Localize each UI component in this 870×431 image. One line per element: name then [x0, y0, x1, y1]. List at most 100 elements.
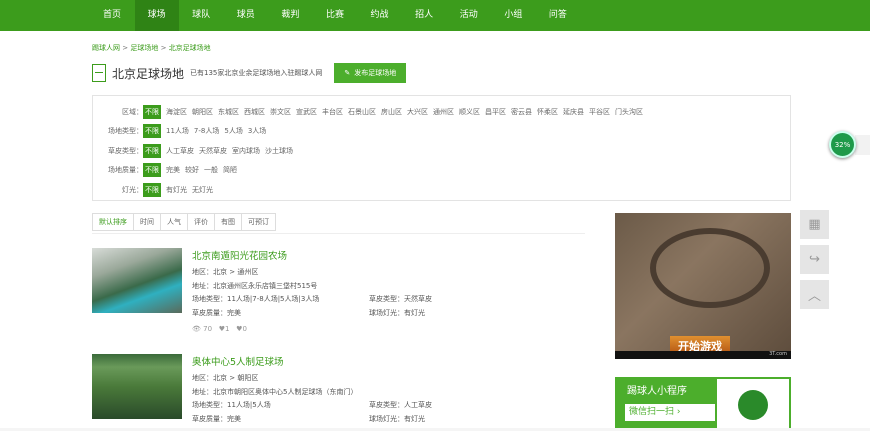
nav-item[interactable]: 约战 [358, 0, 402, 31]
filter-option[interactable]: 完美 [166, 165, 180, 175]
view-count: 70 [203, 325, 213, 333]
filter-option[interactable]: 不限 [143, 163, 161, 178]
filter-option[interactable]: 天然草皮 [199, 146, 227, 156]
filter-option[interactable]: 人工草皮 [166, 146, 194, 156]
nav-item[interactable]: 球员 [224, 0, 268, 31]
nav-item[interactable]: 问答 [536, 0, 580, 31]
filter-option[interactable]: 平谷区 [589, 107, 610, 117]
venue-thumbnail[interactable] [92, 354, 182, 419]
nav-item[interactable]: 裁判 [268, 0, 312, 31]
venue-thumbnail[interactable] [92, 248, 182, 313]
venue-turf: 草皮类型：天然草皮 [369, 295, 432, 303]
edit-icon: ✎ [344, 69, 351, 77]
sort-tab[interactable]: 时间 [134, 214, 161, 230]
filter-option[interactable]: 5人场 [224, 126, 242, 136]
filter-option[interactable]: 简陋 [223, 165, 237, 175]
filter-option[interactable]: 密云县 [511, 107, 532, 117]
venue-region: 地区：北京 > 通州区 [192, 268, 259, 276]
filter-option[interactable]: 延庆县 [563, 107, 584, 117]
filter-option[interactable]: 不限 [143, 124, 161, 139]
filter-option[interactable]: 3人场 [248, 126, 266, 136]
sort-tab[interactable]: 可预订 [242, 214, 275, 230]
breadcrumb-current[interactable]: 北京足球场地 [169, 44, 211, 52]
filter-option[interactable]: 11人场 [166, 126, 189, 136]
filter-option[interactable]: 室内球场 [232, 146, 260, 156]
filter-option[interactable]: 较好 [185, 165, 199, 175]
share-icon: ↪ [809, 252, 820, 267]
venue-region: 地区：北京 > 朝阳区 [192, 374, 259, 382]
filter-option[interactable]: 怀柔区 [537, 107, 558, 117]
filter-label: 场地类型： [108, 127, 143, 136]
filter-row: 草皮类型： 不限 人工草皮 天然草皮 室内球场 沙土球场 [93, 141, 790, 161]
ad-domain: 3T.com [615, 351, 791, 359]
comment-count: 0 [242, 325, 247, 333]
ad-graphic [650, 228, 770, 308]
filter-option[interactable]: 一般 [204, 165, 218, 175]
breadcrumb-home[interactable]: 踢球人网 [92, 44, 120, 52]
nav-item[interactable]: 球场 [134, 0, 179, 31]
sort-tabs: 默认排序 时间 人气 评价 有图 可预订 [92, 213, 276, 231]
venue-address: 地址：北京市朝阳区奥体中心5人制足球场（东南门） [192, 387, 358, 396]
filter-option[interactable]: 通州区 [433, 107, 454, 117]
filter-label: 场地质量： [108, 166, 143, 175]
chevron-up-icon: ︿ [807, 289, 821, 304]
scan-label: 微信扫一扫 [629, 407, 675, 417]
filter-option[interactable]: 沙土球场 [265, 146, 293, 156]
miniprogram-title: 踢球人小程序 [627, 386, 687, 397]
sort-tab[interactable]: 人气 [161, 214, 188, 230]
filter-row: 灯光： 不限 有灯光 无灯光 [93, 180, 790, 200]
progress-badge[interactable]: 32% [829, 131, 856, 158]
nav-item[interactable]: 首页 [90, 0, 134, 31]
back-to-top-button[interactable]: ︿ [800, 280, 829, 309]
nav-item[interactable]: 球队 [179, 0, 223, 31]
filter-option[interactable]: 不限 [143, 104, 161, 119]
sort-tab[interactable]: 评价 [188, 214, 215, 230]
breadcrumb-sep: > [160, 44, 167, 52]
sort-tab[interactable]: 默认排序 [93, 214, 134, 230]
share-button[interactable]: ↪ [800, 245, 829, 274]
filter-option[interactable]: 海淀区 [166, 107, 187, 117]
filter-option[interactable]: 大兴区 [407, 107, 428, 117]
sort-tab[interactable]: 有图 [215, 214, 242, 230]
page-subtitle: 已有135家北京业余足球场地入驻踢球人网 [190, 69, 323, 77]
filter-option[interactable]: 门头沟区 [615, 107, 643, 117]
filter-option[interactable]: 昌平区 [485, 107, 506, 117]
scan-button[interactable]: 微信扫一扫 › [625, 404, 715, 421]
filter-option[interactable]: 无灯光 [192, 185, 213, 195]
filter-option[interactable]: 顺义区 [459, 107, 480, 117]
filter-option[interactable]: 宣武区 [296, 107, 317, 117]
filter-option[interactable]: 房山区 [381, 107, 402, 117]
nav-item[interactable]: 比赛 [313, 0, 357, 31]
publish-venue-button[interactable]: ✎ 发布足球场地 [334, 63, 407, 83]
breadcrumb-level2[interactable]: 足球场地 [130, 44, 158, 52]
venue-name[interactable]: 奥体中心5人制足球场 [192, 354, 582, 368]
filter-label: 灯光： [122, 185, 143, 194]
page-title: 北京足球场地 [112, 66, 185, 81]
venue-quality: 草皮质量：完美 [192, 308, 241, 317]
like-count: 1 [225, 325, 230, 333]
venue-type: 场地类型：11人场|7-8人场|5人场|3人场 [192, 295, 320, 303]
filter-option[interactable]: 不限 [143, 182, 161, 197]
filter-label: 区域： [122, 107, 143, 116]
nav-item[interactable]: 招人 [402, 0, 446, 31]
qr-code-button[interactable]: ▦ [800, 210, 829, 239]
filter-option[interactable]: 7-8人场 [194, 126, 219, 136]
nav-item[interactable]: 小组 [491, 0, 535, 31]
venue-light: 球场灯光：有灯光 [369, 308, 425, 317]
nav-item[interactable]: 活动 [447, 0, 491, 31]
miniprogram-banner[interactable]: 踢球人小程序 微信扫一扫 › [615, 377, 791, 431]
filter-panel: 区域： 不限 海淀区 朝阳区 东城区 西城区 崇文区 宣武区 丰台区 石景山区 房山区 大兴区 通州区顺… [92, 95, 791, 201]
filter-option[interactable]: 石景山区 [348, 107, 376, 117]
filter-option[interactable]: 西城区 [244, 107, 265, 117]
game-ad-banner[interactable]: 开始游戏 3T.com [615, 213, 791, 359]
venue-quality: 草皮质量：完美 [192, 414, 241, 423]
filter-option[interactable]: 朝阳区 [192, 107, 213, 117]
qr-code [717, 379, 789, 431]
filter-option[interactable]: 有灯光 [166, 185, 187, 195]
filter-option[interactable]: 崇文区 [270, 107, 291, 117]
filter-option[interactable]: 东城区 [218, 107, 239, 117]
filter-option[interactable]: 丰台区 [322, 107, 343, 117]
filter-option[interactable]: 不限 [143, 143, 161, 158]
venue-name[interactable]: 北京南遁阳光花园农场 [192, 248, 582, 262]
breadcrumb: 踢球人网 > 足球场地 > 北京足球场地 [92, 43, 211, 53]
